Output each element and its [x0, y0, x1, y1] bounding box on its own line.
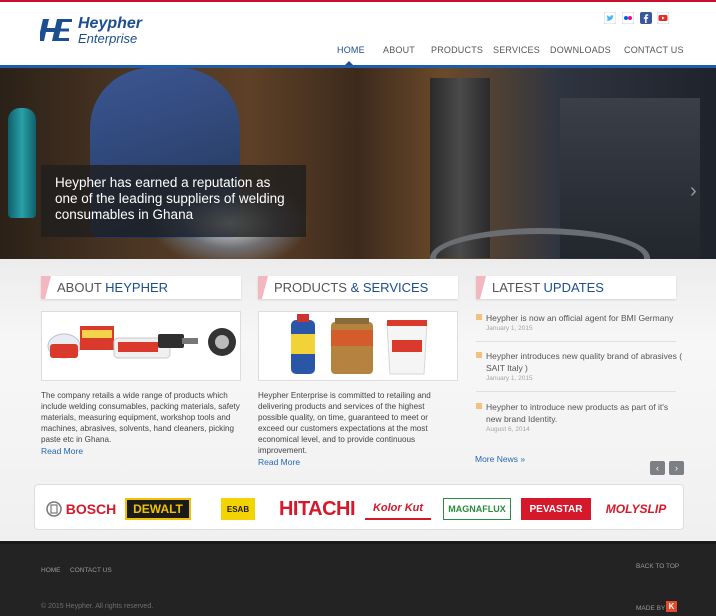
bullet-icon: [476, 352, 482, 358]
footer-link-contact-us[interactable]: CONTACT US: [70, 567, 112, 574]
updates-prev-button[interactable]: ‹: [650, 461, 665, 475]
about-heading-box: ABOUT HEYPHER: [41, 276, 241, 299]
main-content: ABOUT HEYPHER The company retails a wide…: [0, 259, 716, 541]
update-title[interactable]: Heypher to introduce new products as par…: [486, 401, 684, 425]
nav-services[interactable]: SERVICES: [493, 45, 540, 59]
update-title[interactable]: Heypher is now an official agent for BMI…: [486, 312, 684, 324]
updates-heading-box: LATEST UPDATES: [476, 276, 676, 299]
made-by-label: MADE BY: [636, 605, 666, 612]
brand-hitachi[interactable]: HITACHI: [278, 497, 356, 520]
update-divider: [476, 391, 676, 392]
brand-magnaflux-label: MAGNAFLUX: [448, 504, 506, 514]
update-item[interactable]: Heypher introduces new quality brand of …: [476, 350, 686, 390]
nav-about[interactable]: ABOUT: [383, 45, 415, 59]
heading-tab-decoration: [258, 276, 268, 299]
slider-next-arrow-icon[interactable]: ›: [690, 180, 697, 203]
about-text: The company retails a wide range of prod…: [41, 391, 240, 444]
about-products-image: [41, 311, 241, 381]
brand-dewalt[interactable]: DEWALT: [125, 498, 191, 520]
more-news-link[interactable]: More News »: [475, 454, 525, 464]
updates-next-button[interactable]: ›: [669, 461, 684, 475]
hero-gas-cylinder: [8, 108, 36, 218]
about-heading: ABOUT HEYPHER: [57, 280, 169, 295]
brand-kolor-kut[interactable]: Kolor Kut: [365, 498, 431, 520]
update-item[interactable]: Heypher to introduce new products as par…: [476, 401, 686, 441]
brand-dewalt-label: DEWALT: [133, 502, 183, 516]
products-heading-box: PRODUCTS & SERVICES: [258, 276, 458, 299]
made-by-logo[interactable]: K: [666, 601, 677, 612]
products-read-more-link[interactable]: Read More: [258, 457, 300, 467]
update-date: January 1, 2015: [486, 325, 533, 332]
site-logo[interactable]: Heypher Enterprise: [40, 15, 150, 47]
brand-pevastar[interactable]: PEVASTAR: [521, 498, 591, 520]
facebook-icon[interactable]: [640, 11, 652, 24]
twitter-icon[interactable]: [603, 11, 617, 25]
logo-subtitle: Enterprise: [78, 31, 138, 46]
hero-machine-column: [430, 78, 490, 258]
bullet-icon: [476, 403, 482, 409]
update-date: January 1, 2015: [486, 375, 533, 382]
brand-pevastar-label: PEVASTAR: [529, 503, 583, 515]
hero-caption: Heypher has earned a reputation as one o…: [41, 165, 306, 237]
heading-tab-decoration: [476, 276, 486, 299]
brand-molyslip[interactable]: MOLYSLIP: [601, 498, 671, 520]
back-to-top-link[interactable]: BACK TO TOP: [636, 563, 679, 570]
footer-link-home[interactable]: HOME: [41, 567, 61, 574]
brand-magnaflux[interactable]: MAGNAFLUX: [443, 498, 511, 520]
logo-mark-icon: [40, 19, 72, 41]
brand-kolor-kut-label: Kolor Kut: [372, 502, 424, 514]
update-title[interactable]: Heypher introduces new quality brand of …: [486, 350, 684, 374]
copyright-text: © 2015 Heypher. All rights reserved.: [41, 603, 154, 610]
nav-home[interactable]: HOME: [337, 45, 365, 59]
bosch-emblem-icon: [45, 501, 62, 517]
flickr-icon[interactable]: [621, 11, 635, 25]
youtube-icon[interactable]: [656, 11, 670, 25]
about-read-more-link[interactable]: Read More: [41, 446, 83, 456]
nav-products[interactable]: PRODUCTS: [431, 45, 483, 59]
site-footer: HOME CONTACT US BACK TO TOP © 2015 Heyph…: [0, 541, 716, 616]
brand-hitachi-label: HITACHI: [278, 497, 356, 520]
update-date: August 6, 2014: [486, 426, 530, 433]
products-text: Heypher Enterprise is committed to retai…: [258, 391, 431, 455]
hero-caption-text: Heypher has earned a reputation as one o…: [55, 175, 285, 222]
updates-heading: LATEST UPDATES: [492, 280, 604, 295]
site-header: Heypher Enterprise HOME ABOUT PRODUCTS S…: [0, 2, 716, 66]
brand-esab-label: ESAB: [226, 504, 250, 514]
brand-esab[interactable]: ESAB: [221, 498, 255, 520]
update-item[interactable]: Heypher is now an official agent for BMI…: [476, 312, 686, 342]
heading-tab-decoration: [41, 276, 51, 299]
hero-slider[interactable]: Heypher has earned a reputation as one o…: [0, 68, 716, 259]
nav-downloads[interactable]: DOWNLOADS: [550, 45, 611, 59]
brand-bosch-label: BOSCH: [65, 501, 117, 517]
products-heading: PRODUCTS & SERVICES: [274, 280, 429, 295]
products-image: [258, 311, 458, 381]
bullet-icon: [476, 314, 482, 320]
nav-contact-us[interactable]: CONTACT US: [624, 45, 684, 59]
update-divider: [476, 341, 676, 342]
brand-bosch[interactable]: BOSCH: [45, 498, 117, 520]
brand-logos-strip: BOSCH DEWALT ESAB HITACHI Kolor Kut MAGN…: [34, 484, 684, 530]
brand-molyslip-label: MOLYSLIP: [605, 502, 667, 516]
